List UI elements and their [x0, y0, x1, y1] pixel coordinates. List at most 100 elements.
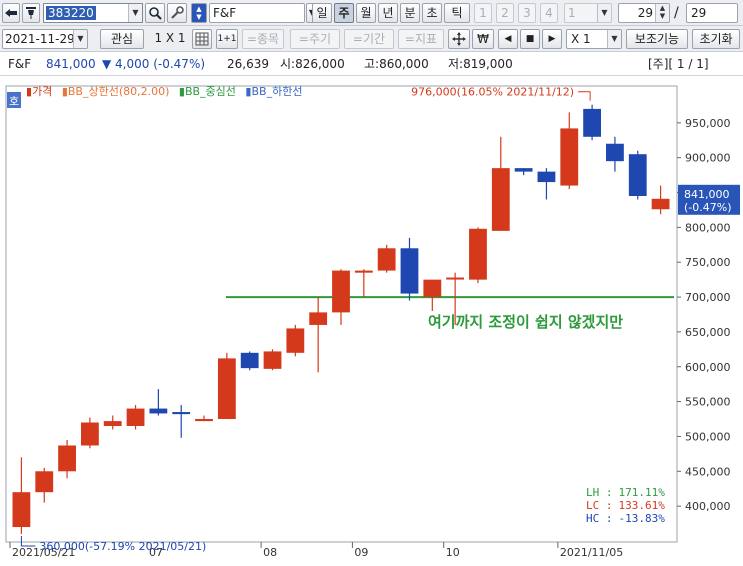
layout-button-2[interactable]: 2 [496, 3, 514, 23]
tab-period-second[interactable]: 초 [422, 3, 442, 23]
chevron-down-icon[interactable]: ▼ [597, 4, 611, 22]
reset-label: 초기화 [699, 32, 733, 46]
tab-period-month-label: 월 [360, 6, 372, 20]
tab-period-week-label: 주 [338, 6, 350, 20]
layout-button-1[interactable]: 1 [474, 3, 492, 23]
reset-button[interactable]: 초기화 [692, 29, 740, 49]
tab-period-minute[interactable]: 분 [400, 3, 420, 23]
scroll-right-icon[interactable]: ▶ [542, 29, 562, 49]
info-open: 시:826,000 [280, 57, 345, 71]
stat-lh: LH : 171.11% [586, 486, 665, 499]
won-button[interactable]: ₩ [472, 29, 494, 49]
tab-period-week[interactable]: 주 [334, 3, 354, 23]
aux-function-button[interactable]: 보조기능 [626, 29, 688, 49]
pin-icon[interactable] [22, 3, 40, 23]
count-total-field[interactable]: 29 [686, 3, 738, 23]
y-tick-label: 450,000 [685, 465, 731, 478]
count-value: 29 [637, 6, 653, 20]
candle-body [80, 422, 99, 446]
candle-body [354, 270, 373, 273]
compare-cycle-button[interactable]: =주기 [290, 29, 340, 49]
chevron-down-icon[interactable]: ▼ [607, 30, 621, 48]
stock-code-input[interactable]: 383220 ▼ [43, 3, 143, 23]
y-tick-label: 800,000 [685, 221, 731, 234]
tab-period-month[interactable]: 월 [356, 3, 376, 23]
stat-lc: LC : 133.61% [586, 499, 665, 512]
tab-period-tick[interactable]: 틱 [444, 3, 470, 23]
chevron-down-icon[interactable]: ▼ [73, 30, 87, 48]
y-tick-label: 650,000 [685, 326, 731, 339]
legend-item-price[interactable]: 가격 [32, 85, 52, 98]
info-change: ▼ 4,000 (-0.47%) [102, 57, 206, 71]
search-icon[interactable] [145, 3, 165, 23]
grid-size-label[interactable]: 1 X 1 [150, 29, 190, 49]
candle-body [35, 471, 54, 493]
compare-period-button[interactable]: =기간 [344, 29, 394, 49]
stat-lc-value: 133.61% [619, 499, 666, 512]
y-tick-label: 600,000 [685, 361, 731, 374]
won-symbol: ₩ [477, 32, 489, 46]
compare-stock-button[interactable]: =종목 [242, 29, 284, 49]
date-picker[interactable]: 2021-11-29 ▼ [2, 29, 88, 49]
y-tick-label: 500,000 [685, 430, 731, 443]
stat-hc: HC : -13.83% [586, 512, 665, 525]
candle-body [263, 351, 282, 369]
layout-button-3[interactable]: 3 [518, 3, 536, 23]
grid-icon[interactable] [192, 29, 212, 49]
candle-body [172, 412, 191, 415]
stat-hc-value: -13.83% [619, 512, 666, 525]
annotation-note[interactable]: 여기까지 조정이 쉽지 않겠지만 [428, 313, 623, 331]
interest-button[interactable]: 관심 [100, 29, 144, 49]
layout-select[interactable]: 1 ▼ [564, 3, 612, 23]
compare-indicator-button[interactable]: =지표 [398, 29, 444, 49]
wrench-icon[interactable] [167, 3, 187, 23]
chart-area[interactable]: 950,000900,000850,000800,000750,000700,0… [0, 78, 743, 563]
candlestick-chart[interactable]: 950,000900,000850,000800,000750,000700,0… [0, 78, 743, 563]
page-indicator[interactable]: [주][ 1 / 1] [648, 52, 709, 76]
tab-period-year-label: 년 [382, 6, 394, 20]
candle-body [400, 248, 419, 294]
compare-period-label: =기간 [352, 32, 386, 46]
tab-period-year[interactable]: 년 [378, 3, 398, 23]
layout-button-2-label: 2 [501, 6, 509, 20]
candle-body [469, 228, 487, 280]
count-total-value: 29 [691, 6, 707, 20]
info-badge-icon[interactable]: ▲ ▼ [191, 3, 207, 23]
info-volume: 26,639 [227, 57, 269, 71]
interest-button-label: 관심 [110, 32, 134, 46]
stock-name-field[interactable]: F&F [209, 3, 305, 23]
count-stepper[interactable]: 29 ▲ ▼ [618, 3, 670, 23]
candle-body [58, 445, 76, 472]
info-low: 저:819,000 [448, 57, 513, 71]
legend: ▮가격 ▮BB_상한선(80,2.00) ▮BB_중심선 ▮BB_하한선 [26, 84, 302, 98]
scroll-left-icon[interactable]: ◀ [498, 29, 518, 49]
tab-period-day[interactable]: 일 [312, 3, 332, 23]
aux-function-label: 보조기능 [634, 32, 680, 46]
chevron-down-icon[interactable]: ▼ [128, 4, 142, 22]
x-tick-label: 09 [354, 546, 368, 559]
multiplier-select[interactable]: X 1 ▼ [566, 29, 622, 49]
stop-icon[interactable]: ■ [520, 29, 540, 49]
candle-body [149, 408, 168, 414]
stat-lc-label: LC : [586, 499, 613, 512]
candle-body [217, 358, 236, 420]
link-icon[interactable] [2, 3, 20, 23]
candle-body [560, 128, 579, 186]
layout-button-4-label: 4 [545, 6, 553, 20]
legend-item-bb-middle[interactable]: BB_중심선 [185, 85, 236, 98]
legend-item-bb-upper[interactable]: BB_상한선(80,2.00) [68, 85, 170, 98]
tab-period-day-label: 일 [316, 6, 328, 20]
layout-button-4[interactable]: 4 [540, 3, 558, 23]
candle-body [514, 168, 533, 172]
legend-item-bb-lower[interactable]: BB_하한선 [251, 84, 302, 98]
stat-lh-value: 171.11% [619, 486, 666, 499]
candle-body [491, 168, 510, 231]
candle-body [606, 143, 624, 162]
candle-body [537, 171, 556, 183]
crosshair-icon[interactable] [448, 29, 470, 49]
one-plus-one-button[interactable]: 1+1 [216, 29, 238, 49]
candle-body [126, 408, 145, 426]
y-tick-label: 400,000 [685, 500, 731, 513]
stepper-arrows-icon[interactable]: ▲ ▼ [655, 4, 669, 22]
y-tick-label: 750,000 [685, 256, 731, 269]
